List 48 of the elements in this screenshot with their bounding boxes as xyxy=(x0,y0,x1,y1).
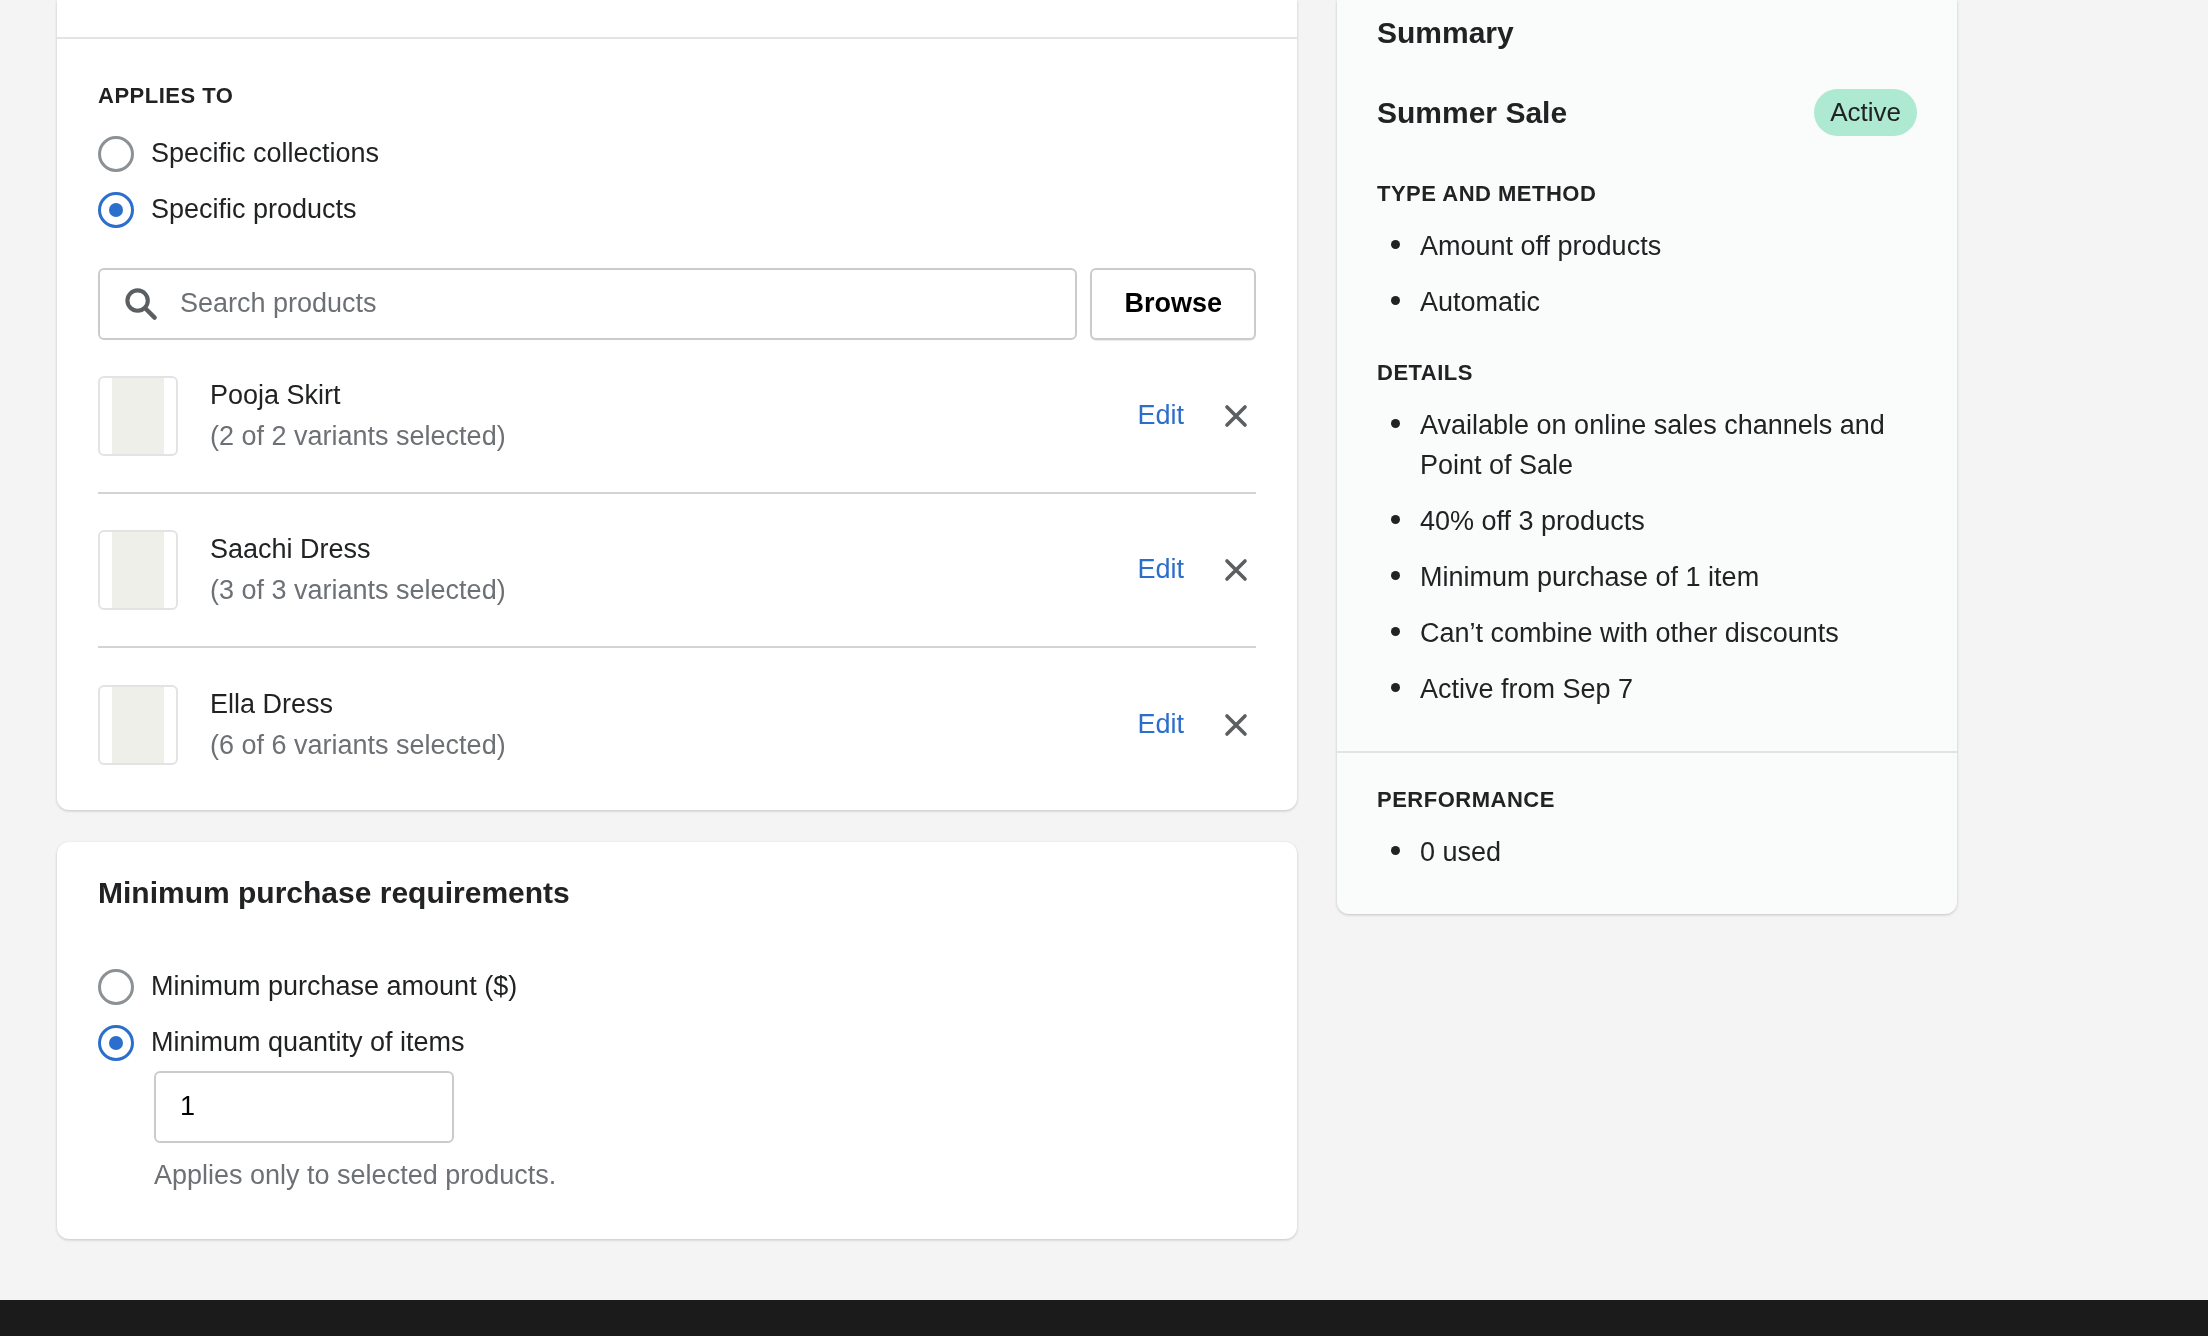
summary-item: 40% off 3 products xyxy=(1420,504,1645,538)
edit-link[interactable]: Edit xyxy=(1137,395,1184,436)
radio-button[interactable] xyxy=(98,135,134,172)
section-heading: PERFORMANCE xyxy=(1377,785,1556,814)
bullet-icon xyxy=(1391,295,1400,305)
product-name: Pooja Skirt xyxy=(210,379,342,412)
summary-title: Summary xyxy=(1377,15,1515,51)
bullet-icon xyxy=(1391,570,1400,580)
bullet-icon xyxy=(1391,682,1400,692)
radio-button[interactable] xyxy=(98,191,134,228)
section-heading: TYPE AND METHOD xyxy=(1377,179,1598,208)
card-title: Minimum purchase requirements xyxy=(98,874,571,911)
radio-label[interactable]: Minimum quantity of items xyxy=(151,1022,465,1063)
radio-label[interactable]: Minimum purchase amount ($) xyxy=(151,966,518,1007)
summary-item: Minimum purchase of 1 item xyxy=(1420,560,1760,594)
radio-button[interactable] xyxy=(98,1024,134,1061)
edit-link[interactable]: Edit xyxy=(1137,704,1184,745)
browse-button[interactable]: Browse xyxy=(1090,267,1256,340)
bullet-icon xyxy=(1391,239,1400,249)
summary-item: Available on online sales channels and Point of Sale xyxy=(1420,408,1886,482)
summary-item: Automatic xyxy=(1420,285,1541,319)
help-text: Applies only to selected products. xyxy=(154,1158,558,1192)
section-heading: APPLIES TO xyxy=(98,82,235,110)
radio-label[interactable]: Specific collections xyxy=(151,133,380,174)
summary-item: 0 used xyxy=(1420,835,1502,869)
section-heading: DETAILS xyxy=(1377,358,1474,387)
variant-count: (2 of 2 variants selected) xyxy=(210,419,507,453)
discount-name: Summer Sale xyxy=(1377,95,1568,131)
search-field[interactable]: Search products xyxy=(98,267,1077,340)
edit-link[interactable]: Edit xyxy=(1137,549,1184,590)
status-badge: Active xyxy=(1814,89,1917,136)
bullet-icon xyxy=(1391,418,1400,428)
bullet-icon xyxy=(1391,626,1400,636)
product-name: Saachi Dress xyxy=(210,533,372,566)
summary-item: Can’t combine with other discounts xyxy=(1420,616,1839,650)
summary-item: Amount off products xyxy=(1420,229,1662,263)
close-icon[interactable] xyxy=(1224,712,1248,737)
close-icon[interactable] xyxy=(1224,557,1248,582)
variant-count: (6 of 6 variants selected) xyxy=(210,728,507,762)
quantity-field[interactable]: 1 xyxy=(154,1070,454,1143)
bullet-icon xyxy=(1391,514,1400,524)
bullet-icon xyxy=(1391,845,1400,855)
variant-count: (3 of 3 variants selected) xyxy=(210,573,507,607)
summary-item: Active from Sep 7 xyxy=(1420,672,1634,706)
radio-label[interactable]: Specific products xyxy=(151,189,357,230)
close-icon[interactable] xyxy=(1224,403,1248,428)
product-name: Ella Dress xyxy=(210,688,335,721)
radio-button[interactable] xyxy=(98,968,134,1005)
